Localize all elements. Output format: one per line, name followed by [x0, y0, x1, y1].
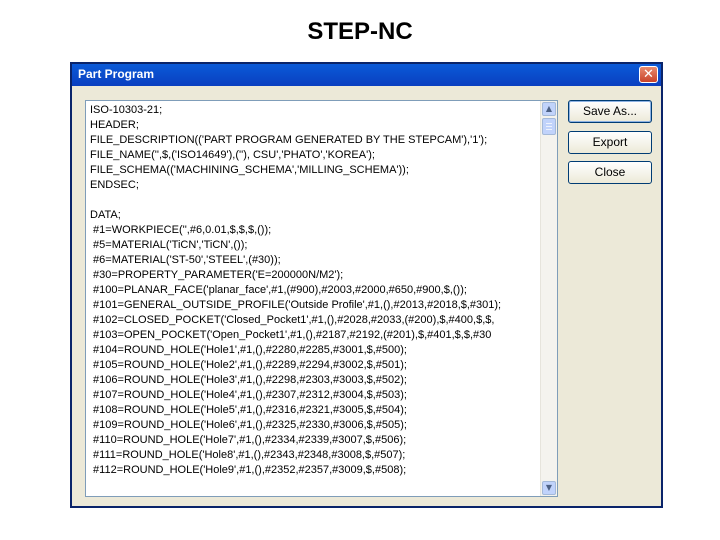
program-text-area[interactable]: ISO-10303-21; HEADER; FILE_DESCRIPTION(('P… — [85, 100, 558, 497]
program-line: #109=ROUND_HOLE('Hole6',#1,(),#2325,#233… — [90, 419, 407, 431]
dialog-body: ISO-10303-21; HEADER; FILE_DESCRIPTION(('P… — [72, 86, 661, 506]
export-button[interactable]: Export — [568, 131, 652, 154]
program-line: #106=ROUND_HOLE('Hole3',#1,(),#2298,#230… — [90, 374, 407, 386]
grip-line — [546, 129, 552, 130]
program-line: #108=ROUND_HOLE('Hole5',#1,(),#2316,#232… — [90, 404, 407, 416]
program-line: #102=CLOSED_POCKET('Closed_Pocket1',#1,(… — [90, 314, 495, 326]
program-line: #112=ROUND_HOLE('Hole9',#1,(),#2352,#235… — [90, 464, 407, 476]
program-line: DATA; — [90, 209, 121, 221]
program-line: #110=ROUND_HOLE('Hole7',#1,(),#2334,#233… — [90, 434, 407, 446]
program-line: #111=ROUND_HOLE('Hole8',#1,(),#2343,#234… — [90, 449, 406, 461]
program-line: #1=WORKPIECE('',#6,0.01,$,$,$,()); — [90, 224, 272, 236]
program-line: #103=OPEN_POCKET('Open_Pocket1',#1,(),#2… — [90, 329, 492, 341]
close-button[interactable]: Close — [568, 161, 652, 184]
program-line: #30=PROPERTY_PARAMETER('E=200000N/M2'); — [90, 269, 344, 281]
scroll-up-icon[interactable]: ▲ — [542, 102, 556, 116]
grip-line — [546, 123, 552, 124]
scroll-down-icon[interactable]: ▼ — [542, 481, 556, 495]
program-line: FILE_SCHEMA(('MACHINING_SCHEMA','MILLING… — [90, 164, 409, 176]
slide-title: STEP-NC — [307, 18, 413, 45]
program-line: #101=GENERAL_OUTSIDE_PROFILE('Outside Pr… — [90, 299, 502, 311]
program-line: ISO-10303-21; — [90, 104, 163, 116]
part-program-dialog: Part Program ✕ ISO-10303-21; HEADER; FILE_… — [70, 62, 663, 508]
title-bar[interactable]: Part Program ✕ — [72, 64, 661, 86]
program-line: HEADER; — [90, 119, 139, 131]
program-line — [90, 193, 540, 208]
program-line: #107=ROUND_HOLE('Hole4',#1,(),#2307,#231… — [90, 389, 407, 401]
program-line: #100=PLANAR_FACE('planar_face',#1,(#900)… — [90, 284, 467, 296]
program-line: FILE_DESCRIPTION(('PART PROGRAM GENERATE… — [90, 134, 488, 146]
program-line: #5=MATERIAL('TiCN','TiCN',()); — [90, 239, 248, 251]
program-line: FILE_NAME('',$,('ISO14649'),(''), CSU','… — [90, 149, 375, 161]
program-line: #6=MATERIAL('ST-50','STEEL',(#30)); — [90, 254, 281, 266]
save-as-button[interactable]: Save As... — [568, 100, 652, 123]
scroll-thumb[interactable] — [542, 118, 556, 135]
window-title: Part Program — [78, 67, 155, 81]
close-icon[interactable]: ✕ — [639, 66, 658, 83]
program-line: #104=ROUND_HOLE('Hole1',#1,(),#2280,#228… — [90, 344, 407, 356]
program-line: ENDSEC; — [90, 179, 139, 191]
grip-line — [546, 126, 552, 127]
program-text[interactable]: ISO-10303-21; HEADER; FILE_DESCRIPTION(('P… — [90, 103, 540, 496]
vertical-scrollbar[interactable]: ▲ ▼ — [540, 101, 557, 496]
program-line: #105=ROUND_HOLE('Hole2',#1,(),#2289,#229… — [90, 359, 407, 371]
